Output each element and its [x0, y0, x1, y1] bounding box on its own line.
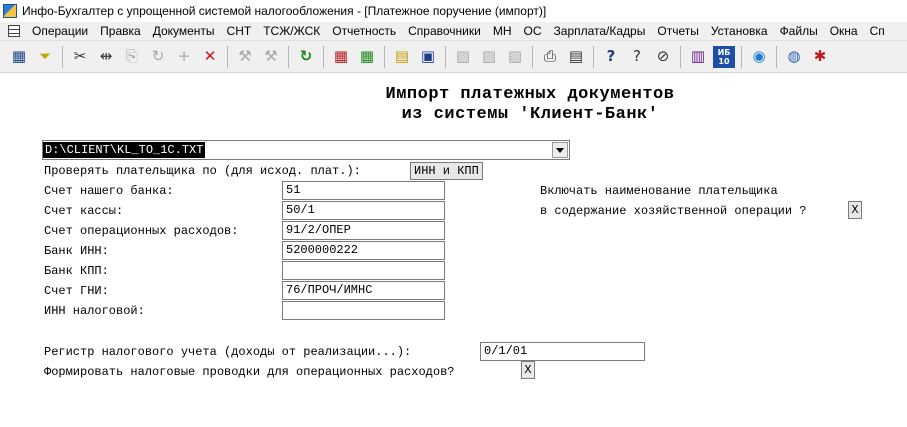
context-help-icon[interactable]: ?	[626, 46, 648, 68]
menu-reporting[interactable]: Отчетность	[326, 22, 402, 41]
toolbar-separator	[680, 45, 681, 68]
tax-register-field[interactable]: 0/1/01	[480, 342, 645, 361]
heading-line-2: из системы 'Клиент-Банк'	[401, 105, 659, 124]
check-payer-label: Проверять плательщика по (для исход. пла…	[44, 164, 361, 178]
toolbar-separator	[593, 45, 594, 68]
calendar-icon[interactable]: ▦	[8, 46, 30, 68]
include-payer-checkbox[interactable]: X	[848, 201, 862, 219]
add-icon[interactable]: +	[173, 46, 195, 68]
menu-help[interactable]: Сп	[864, 22, 891, 41]
toolbar-separator	[288, 45, 289, 68]
menu-tszh[interactable]: ТСЖ/ЖСК	[257, 22, 326, 41]
remote-support-icon[interactable]: ◉	[748, 46, 770, 68]
combo-dropdown-button[interactable]	[552, 142, 568, 158]
menu-edit[interactable]: Правка	[94, 22, 147, 41]
snowflake-icon[interactable]: ✱	[809, 46, 831, 68]
compass-icon[interactable]: ⊘	[652, 46, 674, 68]
cash-account-field[interactable]: 50/1	[282, 201, 445, 220]
heading-line-1: Импорт платежных документов	[385, 85, 675, 104]
help-icon[interactable]: ?	[600, 46, 622, 68]
menu-reports[interactable]: Отчеты	[651, 22, 704, 41]
copy-icon[interactable]: ⎘	[121, 46, 143, 68]
menu-settings[interactable]: Установка	[705, 22, 774, 41]
bank-kpp-field[interactable]	[282, 261, 445, 280]
menu-windows[interactable]: Окна	[824, 22, 864, 41]
system-menu-icon[interactable]	[8, 25, 20, 37]
image-icon[interactable]: ▨	[504, 46, 526, 68]
toolbar-separator	[741, 45, 742, 68]
split-icon[interactable]: ⇹	[95, 46, 117, 68]
bank-inn-label: Банк ИНН:	[44, 244, 109, 258]
app-icon	[3, 4, 17, 18]
toolbar-separator	[323, 45, 324, 68]
menu-files[interactable]: Файлы	[774, 22, 824, 41]
book-icon[interactable]: ▥	[687, 46, 709, 68]
save-icon[interactable]: ▣	[417, 46, 439, 68]
operations-expense-label: Счет операционных расходов:	[44, 224, 239, 238]
tool-icon[interactable]: ⚒	[234, 46, 256, 68]
toolbar-separator	[384, 45, 385, 68]
tax-register-label: Регистр налогового учета (доходы от реал…	[44, 345, 412, 359]
include-payer-label-line-1: Включать наименование плательщика	[540, 184, 778, 198]
menu-payroll[interactable]: Зарплата/Кадры	[548, 22, 652, 41]
tool-icon[interactable]: ⚒	[260, 46, 282, 68]
image-icon[interactable]: ▨	[478, 46, 500, 68]
toolbar-separator	[227, 45, 228, 68]
menu-operations[interactable]: Операции	[26, 22, 94, 41]
open-folder-icon[interactable]: ▤	[391, 46, 413, 68]
print-preview-icon[interactable]: ▤	[565, 46, 587, 68]
calculator-red-icon[interactable]: ▦	[330, 46, 352, 68]
bank-kpp-label: Банк КПП:	[44, 264, 109, 278]
ib-version-icon[interactable]: ИБ 10	[713, 45, 735, 68]
toolbar-separator	[445, 45, 446, 68]
our-bank-account-label: Счет нашего банка:	[44, 184, 174, 198]
toolbar-separator	[776, 45, 777, 68]
cut-icon[interactable]: ✂	[69, 46, 91, 68]
tax-inn-label: ИНН налоговой:	[44, 304, 145, 318]
print-icon[interactable]: ⎙	[539, 46, 561, 68]
tax-inn-field[interactable]	[282, 301, 445, 320]
form-tax-entries-checkbox[interactable]: X	[521, 361, 535, 379]
toolbar-separator	[532, 45, 533, 68]
title-bar: Инфо-Бухгалтер с упрощенной системой нал…	[0, 0, 907, 22]
menu-os[interactable]: ОС	[518, 22, 548, 41]
chevron-down-icon	[556, 147, 564, 153]
refresh-icon[interactable]: ↻	[295, 46, 317, 68]
file-path-value: D:\CLIENT\KL_TO_1C.TXT	[43, 142, 206, 158]
include-payer-label-line-2: в содержание хозяйственной операции ?	[540, 204, 807, 218]
cash-account-label: Счет кассы:	[44, 204, 124, 218]
rotate-icon[interactable]: ↻	[147, 46, 169, 68]
toolbar: ▦ ⏷ ✂ ⇹ ⎘ ↻ + ✕ ⚒ ⚒ ↻ ▦ ▦ ▤ ▣ ▨ ▨ ▨ ⎙ ▤ …	[0, 41, 907, 73]
gni-account-field[interactable]: 76/ПРОЧ/ИМНС	[282, 281, 445, 300]
menu-bar: Операции Правка Документы СНТ ТСЖ/ЖСК От…	[0, 22, 907, 41]
menu-mn[interactable]: МН	[487, 22, 518, 41]
menu-documents[interactable]: Документы	[147, 22, 221, 41]
delete-icon[interactable]: ✕	[199, 46, 221, 68]
form-tax-entries-label: Формировать налоговые проводки для опера…	[44, 365, 455, 379]
globe-icon[interactable]: ◍	[783, 46, 805, 68]
file-path-combobox[interactable]: D:\CLIENT\KL_TO_1C.TXT	[42, 140, 570, 160]
window-title: Инфо-Бухгалтер с упрощенной системой нал…	[22, 4, 547, 18]
our-bank-account-field[interactable]: 51	[282, 181, 445, 200]
toolbar-separator	[62, 45, 63, 68]
menu-snt[interactable]: СНТ	[221, 22, 258, 41]
gni-account-label: Счет ГНИ:	[44, 284, 109, 298]
operations-expense-field[interactable]: 91/2/ОПЕР	[282, 221, 445, 240]
image-icon[interactable]: ▨	[452, 46, 474, 68]
bank-inn-field[interactable]: 5200000222	[282, 241, 445, 260]
menu-references[interactable]: Справочники	[402, 22, 487, 41]
filter-icon[interactable]: ⏷	[34, 46, 56, 68]
check-payer-select[interactable]: ИНН и КПП	[410, 162, 483, 180]
calculator-icon[interactable]: ▦	[356, 46, 378, 68]
